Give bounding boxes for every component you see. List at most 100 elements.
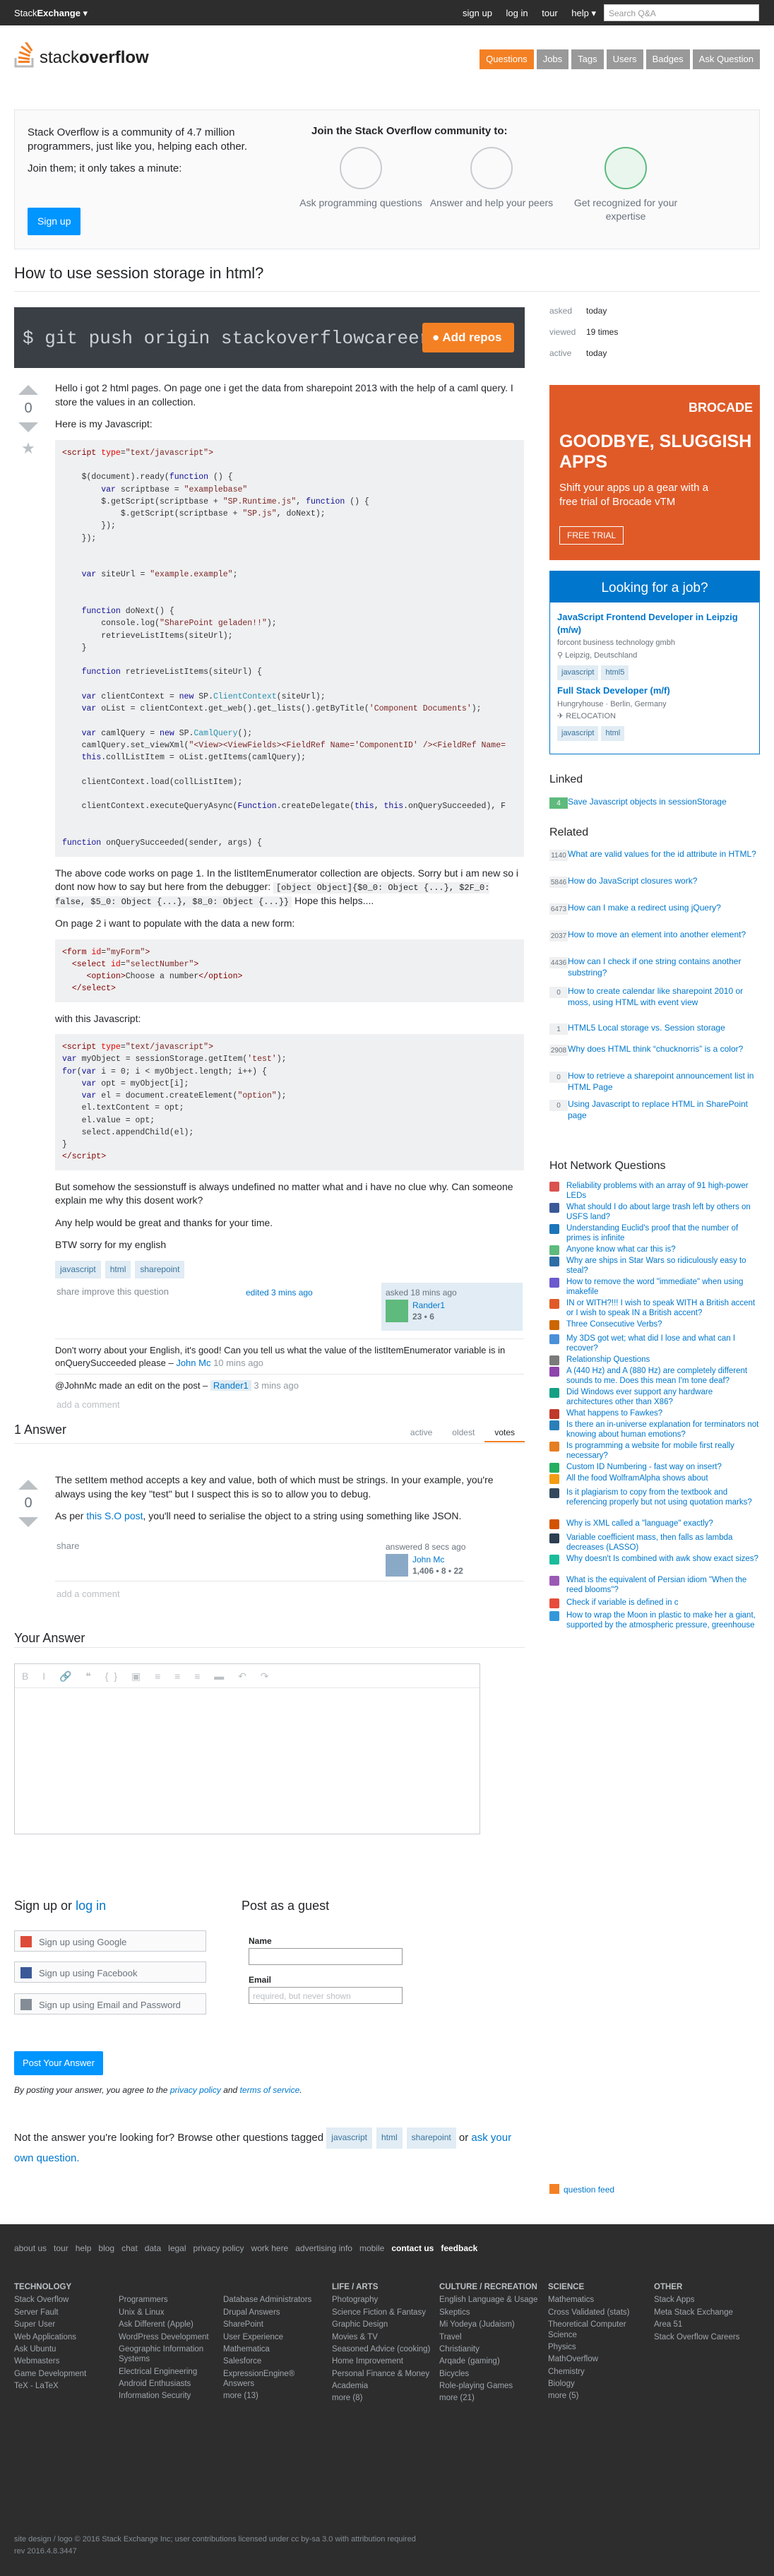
footer-site-link[interactable]: Geographic Information Systems [119, 2344, 218, 2365]
footer-site-link[interactable]: MathOverflow [548, 2354, 647, 2364]
footer-site-link[interactable]: Stack Overflow Careers [654, 2332, 753, 2342]
footer-site-link[interactable]: more (21) [439, 2393, 538, 2403]
footer-link[interactable]: legal [168, 2243, 186, 2254]
footer-site-link[interactable]: Ask Different (Apple) [119, 2320, 218, 2329]
downvote-arrow-icon[interactable] [18, 1517, 38, 1527]
footer-link[interactable]: feedback [441, 2243, 477, 2254]
footer-site-link[interactable]: Arqade (gaming) [439, 2356, 538, 2366]
footer-site-link[interactable]: Ask Ubuntu [14, 2344, 113, 2354]
site-logo[interactable]: stackoverflow [14, 40, 149, 71]
footer-site-link[interactable]: Web Applications [14, 2332, 113, 2342]
login-link[interactable]: log in [506, 8, 528, 18]
footer-site-link[interactable]: WordPress Development [119, 2332, 218, 2342]
footer-site-link[interactable]: Game Development [14, 2369, 113, 2379]
footer-link[interactable]: chat [121, 2243, 138, 2254]
nav-users[interactable]: Users [606, 49, 643, 69]
edited-timestamp[interactable]: edited 3 mins ago [246, 1287, 313, 1298]
terms-link[interactable]: terms of service [240, 2085, 300, 2095]
nav-questions[interactable]: Questions [480, 49, 534, 69]
footer-site-link[interactable]: SharePoint [223, 2320, 322, 2329]
tab-active[interactable]: active [400, 1424, 442, 1442]
job-listing[interactable]: Full Stack Developer (m/f) Hungryhouse ·… [557, 684, 754, 742]
footer-site-link[interactable]: User Experience [223, 2332, 322, 2342]
nav-badges[interactable]: Badges [645, 49, 690, 69]
footer-link[interactable]: advertising info [295, 2243, 352, 2254]
footer-site-link[interactable]: Programmers [119, 2295, 218, 2305]
footer-site-link[interactable]: Drupal Answers [223, 2308, 322, 2317]
footer-site-link[interactable]: ExpressionEngine® Answers [223, 2369, 322, 2390]
footer-site-link[interactable]: Home Improvement [332, 2356, 431, 2366]
tag-html[interactable]: html [376, 2127, 403, 2149]
search-input[interactable]: Search Q&A [604, 4, 759, 21]
name-field[interactable] [249, 1948, 403, 1965]
footer-link[interactable]: blog [98, 2243, 114, 2254]
footer-site-link[interactable]: Role-playing Games [439, 2381, 538, 2391]
email-field[interactable]: required, but never shown [249, 1987, 403, 2004]
comment-user-link[interactable]: Rander1 [210, 1380, 251, 1391]
footer-site-link[interactable]: Unix & Linux [119, 2308, 218, 2317]
footer-site-link[interactable]: Movies & TV [332, 2332, 431, 2342]
footer-site-link[interactable]: Super User [14, 2320, 113, 2329]
footer-site-link[interactable]: Stack Apps [654, 2295, 753, 2305]
footer-site-link[interactable]: Mathematica [223, 2344, 322, 2354]
code-block[interactable]: <form id="myForm"> <select id="selectNum… [55, 939, 524, 1002]
footer-site-link[interactable]: Graphic Design [332, 2320, 431, 2329]
brocade-ad[interactable]: BROCADE GOODBYE, SLUGGISH APPS Shift you… [549, 385, 760, 560]
question-feed-link[interactable]: question feed [549, 2184, 614, 2195]
footer-site-link[interactable]: Science Fiction & Fantasy [332, 2308, 431, 2317]
favorite-star-icon[interactable]: ★ [14, 438, 42, 459]
signup-facebook-button[interactable]: Sign up using Facebook [14, 1961, 206, 1983]
avatar[interactable] [386, 1300, 408, 1322]
privacy-policy-link[interactable]: privacy policy [170, 2085, 221, 2095]
downvote-arrow-icon[interactable] [18, 422, 38, 432]
footer-site-link[interactable]: Information Security [119, 2391, 218, 2401]
answer-post-menu[interactable]: share [56, 1540, 80, 1553]
owner-name[interactable]: Rander1 [412, 1300, 445, 1311]
add-repos-button[interactable]: ● Add repos [422, 323, 514, 352]
editor-toolbar[interactable]: B I 🔗 ❝ {} ▣ ≡ ≡ ≡ ▬ ↶ ↷ [15, 1664, 480, 1688]
footer-link[interactable]: work here [251, 2243, 289, 2254]
answer-editor[interactable]: B I 🔗 ❝ {} ▣ ≡ ≡ ≡ ▬ ↶ ↷ [14, 1663, 480, 1834]
footer-site-link[interactable]: Photography [332, 2295, 431, 2305]
footer-site-link[interactable]: Christianity [439, 2344, 538, 2354]
footer-site-link[interactable]: Mi Yodeya (Judaism) [439, 2320, 538, 2329]
question-title[interactable]: How to use session storage in html? [14, 263, 263, 284]
tour-link[interactable]: tour [542, 8, 557, 18]
tab-votes[interactable]: votes [484, 1424, 525, 1443]
hero-signup-button[interactable]: Sign up [28, 208, 81, 235]
footer-link[interactable]: tour [54, 2243, 69, 2254]
footer-site-link[interactable]: Academia [332, 2381, 431, 2391]
owner-name[interactable]: John Mc [412, 1554, 444, 1565]
footer-link[interactable]: privacy policy [194, 2243, 244, 2254]
tag-sharepoint[interactable]: sharepoint [406, 2127, 456, 2149]
question-post-menu[interactable]: share improve this question [56, 1286, 169, 1298]
tag-javascript[interactable]: javascript [326, 2127, 372, 2149]
footer-site-link[interactable]: Area 51 [654, 2320, 753, 2329]
footer-site-link[interactable]: more (8) [332, 2393, 431, 2403]
footer-site-link[interactable]: Database Administrators [223, 2295, 322, 2305]
comment-user-link[interactable]: John Mc [176, 1358, 210, 1368]
signup-google-button[interactable]: Sign up using Google [14, 1930, 206, 1952]
footer-site-link[interactable]: Travel [439, 2332, 538, 2342]
footer-link[interactable]: about us [14, 2243, 47, 2254]
footer-site-link[interactable]: Meta Stack Exchange [654, 2308, 753, 2317]
footer-site-link[interactable]: Skeptics [439, 2308, 538, 2317]
careers-banner[interactable]: $ git push origin stackoverflowcareers ●… [14, 307, 525, 368]
footer-site-link[interactable]: Seasoned Advice (cooking) [332, 2344, 431, 2354]
free-trial-button[interactable]: FREE TRIAL [559, 526, 624, 545]
footer-site-link[interactable]: Electrical Engineering [119, 2367, 218, 2377]
signup-email-button[interactable]: Sign up using Email and Password [14, 1993, 206, 2014]
footer-site-link[interactable]: Personal Finance & Money [332, 2369, 431, 2379]
footer-site-link[interactable]: Android Enthusiasts [119, 2379, 218, 2389]
footer-site-link[interactable]: Cross Validated (stats) [548, 2308, 647, 2317]
footer-link[interactable]: help [76, 2243, 92, 2254]
upvote-arrow-icon[interactable] [18, 385, 38, 395]
code-block[interactable]: <script type="text/javascript"> $(docume… [55, 439, 524, 857]
post-answer-button[interactable]: Post Your Answer [14, 2051, 103, 2075]
nav-ask-question[interactable]: Ask Question [692, 49, 760, 69]
footer-site-link[interactable]: Chemistry [548, 2367, 647, 2377]
footer-site-link[interactable]: Webmasters [14, 2356, 113, 2366]
signup-link[interactable]: sign up [463, 8, 492, 18]
footer-site-link[interactable]: Salesforce [223, 2356, 322, 2366]
code-block[interactable]: <script type="text/javascript"> var myOb… [55, 1034, 524, 1170]
